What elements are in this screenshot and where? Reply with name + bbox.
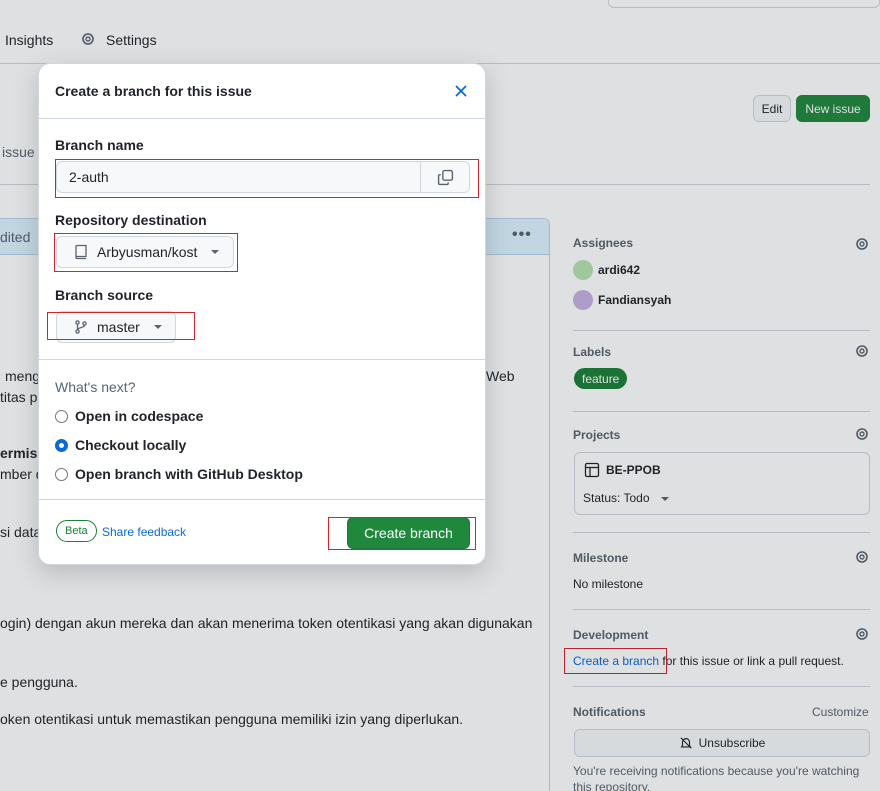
option-checkout-locally[interactable]: Checkout locally <box>55 437 186 453</box>
branch-source-label: Branch source <box>55 287 154 303</box>
dialog-divider <box>39 499 485 500</box>
share-feedback-link[interactable]: Share feedback <box>102 525 186 539</box>
whats-next-label: What's next? <box>55 379 136 395</box>
highlight-box <box>328 517 476 550</box>
branch-name-label: Branch name <box>55 137 144 153</box>
radio-open-github-desktop[interactable] <box>55 467 68 481</box>
option-open-github-desktop[interactable]: Open branch with GitHub Desktop <box>55 466 303 482</box>
dialog-title: Create a branch for this issue <box>55 83 252 99</box>
dialog-divider <box>39 359 485 360</box>
highlight-box <box>55 159 479 198</box>
option-label: Open branch with GitHub Desktop <box>75 466 303 482</box>
option-open-in-codespace[interactable]: Open in codespace <box>55 408 203 424</box>
highlight-box <box>47 312 195 340</box>
option-label: Open in codespace <box>75 408 204 424</box>
option-label: Checkout locally <box>75 437 187 453</box>
radio-open-in-codespace[interactable] <box>55 409 68 423</box>
close-icon[interactable] <box>451 81 471 101</box>
highlight-box <box>54 233 238 272</box>
radio-checkout-locally[interactable] <box>55 438 68 452</box>
dialog-header: Create a branch for this issue <box>39 64 485 119</box>
beta-badge: Beta <box>56 520 97 542</box>
repo-destination-label: Repository destination <box>55 212 207 228</box>
